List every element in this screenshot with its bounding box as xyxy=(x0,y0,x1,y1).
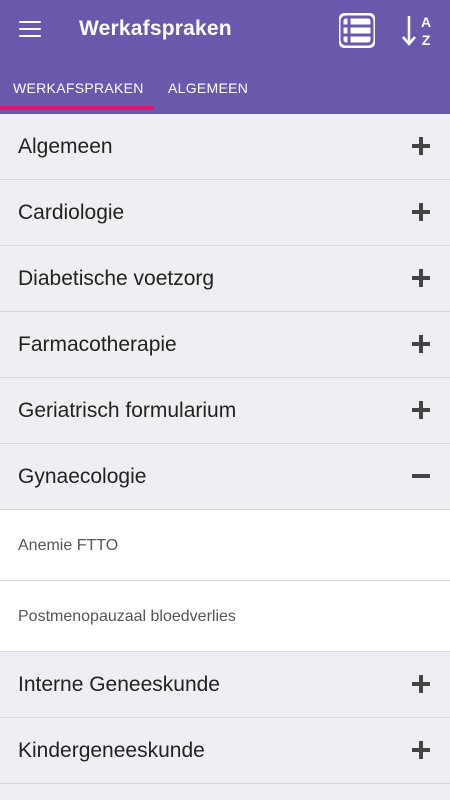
plus-icon[interactable] xyxy=(412,675,430,693)
page-title: Werkafspraken xyxy=(79,17,232,40)
plus-icon[interactable] xyxy=(412,137,430,155)
category-row-diabetische-voetzorg[interactable]: Diabetische voetzorg xyxy=(0,246,450,312)
tab-algemeen[interactable]: ALGEMEEN xyxy=(168,80,248,96)
category-label: Interne Geneeskunde xyxy=(18,673,220,696)
active-tab-indicator xyxy=(0,106,154,110)
sub-item-postmenopauzaal-bloedverlies[interactable]: Postmenopauzaal bloedverlies xyxy=(0,581,450,652)
minus-icon[interactable] xyxy=(412,467,430,485)
list-view-icon xyxy=(340,15,374,46)
tab-werkafspraken[interactable]: WERKAFSPRAKEN xyxy=(13,80,144,96)
category-row-cardiologie[interactable]: Cardiologie xyxy=(0,180,450,246)
category-list: Algemeen Cardiologie Diabetische voetzor… xyxy=(0,114,450,784)
category-row-farmacotherapie[interactable]: Farmacotherapie xyxy=(0,312,450,378)
plus-icon[interactable] xyxy=(412,741,430,759)
plus-icon[interactable] xyxy=(412,203,430,221)
plus-icon[interactable] xyxy=(412,401,430,419)
plus-icon[interactable] xyxy=(412,335,430,353)
sub-item-label: Anemie FTTO xyxy=(18,537,119,554)
sort-button[interactable]: A Z xyxy=(400,13,438,49)
category-label: Algemeen xyxy=(18,135,113,158)
category-row-algemeen[interactable]: Algemeen xyxy=(0,114,450,180)
plus-icon[interactable] xyxy=(412,269,430,287)
sort-letter-z: Z xyxy=(422,32,431,48)
sort-az-icon: A Z xyxy=(402,14,431,48)
category-label: Kindergeneeskunde xyxy=(18,739,205,762)
category-label: Cardiologie xyxy=(18,201,125,224)
tab-bar: WERKAFSPRAKEN ALGEMEEN xyxy=(0,62,450,114)
app-bar: Werkafspraken A Z xyxy=(0,0,450,62)
sort-letter-a: A xyxy=(421,14,431,30)
list-view-button[interactable] xyxy=(339,13,375,48)
sub-item-label: Postmenopauzaal bloedverlies xyxy=(18,608,236,625)
category-label: Gynaecologie xyxy=(18,465,147,488)
category-label: Farmacotherapie xyxy=(18,333,177,356)
category-row-kindergeneeskunde[interactable]: Kindergeneeskunde xyxy=(0,718,450,784)
category-row-geriatrisch-formularium[interactable]: Geriatrisch formularium xyxy=(0,378,450,444)
category-row-gynaecologie[interactable]: Gynaecologie xyxy=(0,444,450,510)
sub-item-anemie-ftto[interactable]: Anemie FTTO xyxy=(0,510,450,581)
category-row-interne-geneeskunde[interactable]: Interne Geneeskunde xyxy=(0,652,450,718)
category-label: Diabetische voetzorg xyxy=(18,267,215,290)
category-label: Geriatrisch formularium xyxy=(18,399,237,422)
hamburger-icon[interactable] xyxy=(19,21,41,39)
